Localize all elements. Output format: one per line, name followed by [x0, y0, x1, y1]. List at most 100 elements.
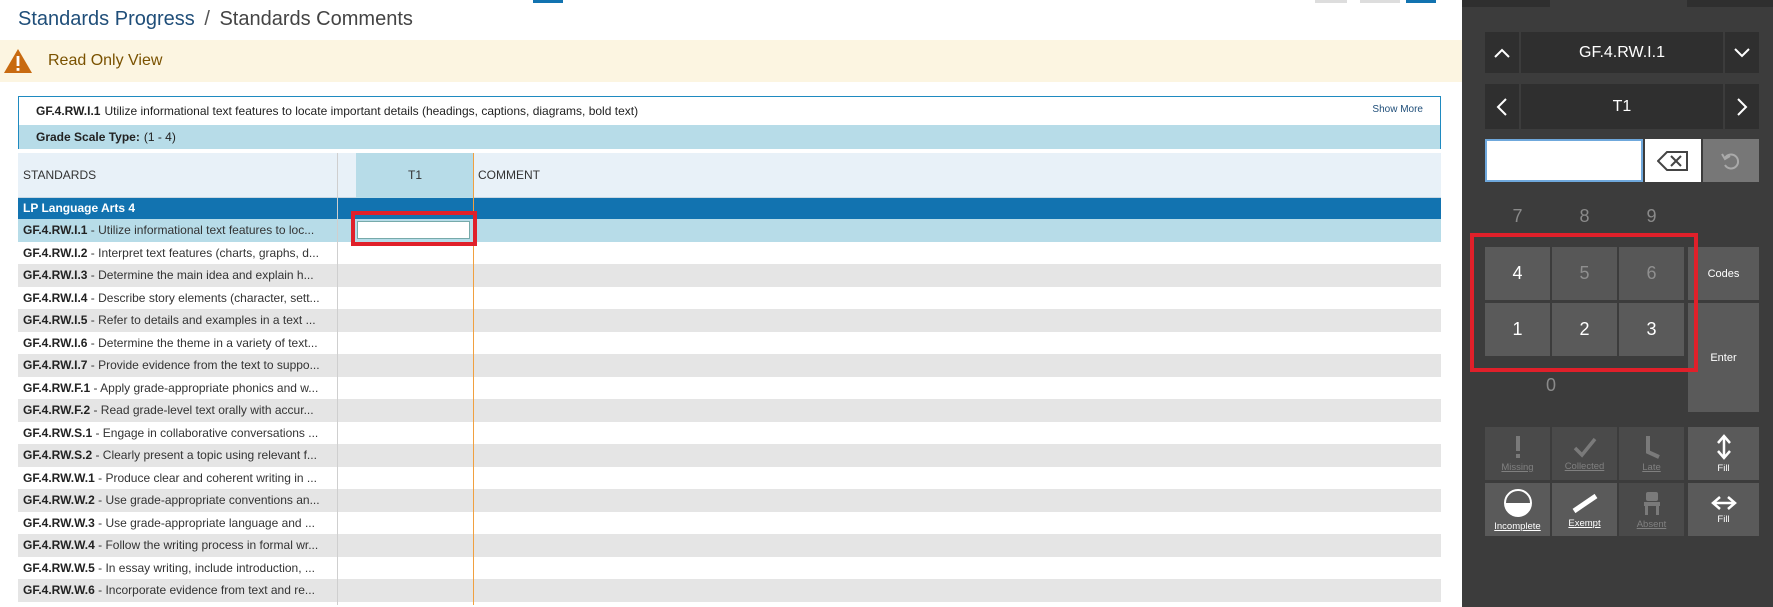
key-4[interactable]: 4 [1485, 247, 1550, 300]
chevron-right-icon [1737, 97, 1748, 116]
collected-label: Collected [1564, 460, 1605, 472]
incomplete-button[interactable]: Incomplete [1485, 483, 1550, 536]
standard-cell: GF.4.RW.W.4 - Follow the writing process… [23, 534, 343, 557]
score-entry-field[interactable] [1485, 139, 1643, 182]
next-standard-button[interactable] [1725, 32, 1759, 73]
collected-button: Collected [1552, 427, 1617, 480]
table-row[interactable]: GF.4.RW.F.1 - Apply grade-appropriate ph… [18, 377, 1441, 400]
standard-code-cell: GF.4.RW.F.2 [23, 403, 91, 417]
panel-top-tab[interactable] [1687, 0, 1773, 7]
current-standard-label: GF.4.RW.I.1 [1521, 32, 1723, 73]
app: Standards Progress / Standards Comments … [0, 0, 1773, 607]
key-9: 9 [1619, 190, 1684, 243]
panel-top-tab[interactable] [1462, 0, 1550, 7]
standard-code-cell: GF.4.RW.W.2 [23, 493, 95, 507]
main-content: Standards Progress / Standards Comments … [0, 0, 1462, 607]
standard-code-cell: GF.4.RW.I.5 [23, 313, 88, 327]
table-row[interactable]: GF.4.RW.S.1 - Engage in collaborative co… [18, 422, 1441, 445]
standards-grid: STANDARDS T1 COMMENT LP Language Arts 4 … [18, 153, 1441, 602]
table-row[interactable]: GF.4.RW.I.4 - Describe story elements (c… [18, 287, 1441, 310]
exempt-button[interactable]: Exempt [1552, 483, 1617, 536]
key-7: 7 [1485, 190, 1550, 243]
key-8: 8 [1552, 190, 1617, 243]
standard-code-cell: GF.4.RW.W.1 [23, 470, 95, 485]
show-more-link[interactable]: Show More [1372, 104, 1423, 115]
vertical-arrows-icon [1716, 433, 1731, 460]
standard-cell: GF.4.RW.I.5 - Refer to details and examp… [23, 309, 343, 332]
column-header-t1[interactable]: T1 [356, 153, 474, 198]
grade-scale-type: Grade Scale Type: (1 - 4) [19, 125, 1440, 149]
standard-code-cell: GF.4.RW.W.3 [23, 515, 95, 530]
absent-button: Absent [1619, 483, 1684, 536]
fill-vertical-button[interactable]: Fill [1688, 427, 1759, 480]
backspace-button[interactable] [1645, 139, 1701, 182]
standard-description: GF.4.RW.I.1 Utilize informational text f… [19, 97, 1440, 125]
standard-text-cell: - Use grade-appropriate conventions an..… [94, 493, 320, 507]
table-row[interactable]: GF.4.RW.I.7 - Provide evidence from the … [18, 354, 1441, 377]
banner-text: Read Only View [48, 52, 163, 69]
standard-cell: GF.4.RW.I.2 - Interpret text features (c… [23, 242, 343, 265]
empty-chair-icon [1643, 491, 1660, 515]
previous-term-button[interactable] [1485, 84, 1519, 129]
late-button: Late [1619, 427, 1684, 480]
column-divider [337, 153, 338, 605]
standard-cell: GF.4.RW.W.6 - Incorporate evidence from … [23, 579, 343, 602]
standard-cell: GF.4.RW.I.1 - Utilize informational text… [23, 219, 343, 242]
standard-text-cell: - Determine the main idea and explain h.… [87, 268, 314, 282]
standard-code-cell: GF.4.RW.I.2 [23, 245, 88, 260]
chevron-up-icon [1494, 48, 1510, 58]
clock-hand-icon [1645, 435, 1660, 459]
table-row[interactable]: GF.4.RW.W.3 - Use grade-appropriate lang… [18, 512, 1441, 535]
breadcrumb-separator: / [204, 8, 210, 30]
standard-text-cell: - Read grade-level text orally with accu… [90, 403, 314, 417]
table-row[interactable]: GF.4.RW.I.6 - Determine the theme in a v… [18, 332, 1441, 355]
standard-cell: GF.4.RW.I.7 - Provide evidence from the … [23, 354, 343, 377]
table-row[interactable]: GF.4.RW.I.3 - Determine the main idea an… [18, 264, 1441, 287]
standard-text-cell: - Incorporate evidence from text and re.… [94, 583, 315, 597]
standard-code: GF.4.RW.I.1 [36, 104, 101, 118]
standard-text-cell: - Use grade-appropriate language and ... [94, 515, 315, 530]
codes-button[interactable]: Codes [1688, 247, 1759, 300]
score-keypad-panel: GF.4.RW.I.1 T1 7 8 9 4 5 6 1 2 3 0 Codes… [1462, 0, 1773, 607]
table-row[interactable]: GF.4.RW.W.1 - Produce clear and coherent… [18, 467, 1441, 490]
key-2[interactable]: 2 [1552, 303, 1617, 356]
standard-detail-box: GF.4.RW.I.1 Utilize informational text f… [18, 96, 1441, 149]
table-row[interactable]: GF.4.RW.W.5 - In essay writing, include … [18, 557, 1441, 580]
table-row[interactable]: GF.4.RW.I.1 - Utilize informational text… [18, 219, 1441, 242]
standard-text-cell: - Describe story elements (character, se… [87, 290, 320, 305]
standard-code-cell: GF.4.RW.W.5 [23, 560, 95, 575]
standard-code-cell: GF.4.RW.I.6 [23, 335, 88, 350]
key-3[interactable]: 3 [1619, 303, 1684, 356]
table-row[interactable]: GF.4.RW.S.2 - Clearly present a topic us… [18, 444, 1441, 467]
toolbar-button-edge[interactable] [1315, 0, 1347, 3]
standard-cell: GF.4.RW.F.2 - Read grade-level text oral… [23, 399, 343, 422]
column-header-standards[interactable]: STANDARDS [23, 153, 96, 198]
column-header-comment[interactable]: COMMENT [478, 153, 540, 198]
backspace-icon [1657, 150, 1688, 171]
breadcrumb-parent-link[interactable]: Standards Progress [18, 8, 195, 30]
breadcrumb: Standards Progress / Standards Comments [18, 8, 413, 31]
table-row[interactable]: GF.4.RW.W.4 - Follow the writing process… [18, 534, 1441, 557]
previous-standard-button[interactable] [1485, 32, 1519, 73]
late-label: Late [1642, 461, 1661, 473]
absent-label: Absent [1636, 518, 1667, 530]
fill-horizontal-button[interactable]: Fill [1688, 483, 1759, 536]
key-1[interactable]: 1 [1485, 303, 1550, 356]
chevron-left-icon [1496, 97, 1507, 116]
half-circle-icon [1503, 488, 1532, 517]
table-row[interactable]: GF.4.RW.W.6 - Incorporate evidence from … [18, 579, 1441, 602]
table-row[interactable]: GF.4.RW.W.2 - Use grade-appropriate conv… [18, 489, 1441, 512]
next-term-button[interactable] [1725, 84, 1759, 129]
table-row[interactable]: GF.4.RW.I.2 - Interpret text features (c… [18, 242, 1441, 265]
incomplete-label: Incomplete [1494, 520, 1541, 532]
undo-button[interactable] [1703, 139, 1759, 182]
standard-code-cell: GF.4.RW.F.1 [23, 380, 91, 395]
toolbar-button-edge[interactable] [1406, 0, 1436, 3]
table-row[interactable]: GF.4.RW.I.5 - Refer to details and examp… [18, 309, 1441, 332]
standard-code-cell: GF.4.RW.I.3 [23, 268, 88, 282]
toolbar-button-edge[interactable] [1360, 0, 1400, 3]
enter-button[interactable]: Enter [1688, 303, 1759, 412]
standard-cell: GF.4.RW.W.2 - Use grade-appropriate conv… [23, 489, 343, 512]
standard-cell: GF.4.RW.F.1 - Apply grade-appropriate ph… [23, 377, 343, 400]
table-row[interactable]: GF.4.RW.F.2 - Read grade-level text oral… [18, 399, 1441, 422]
